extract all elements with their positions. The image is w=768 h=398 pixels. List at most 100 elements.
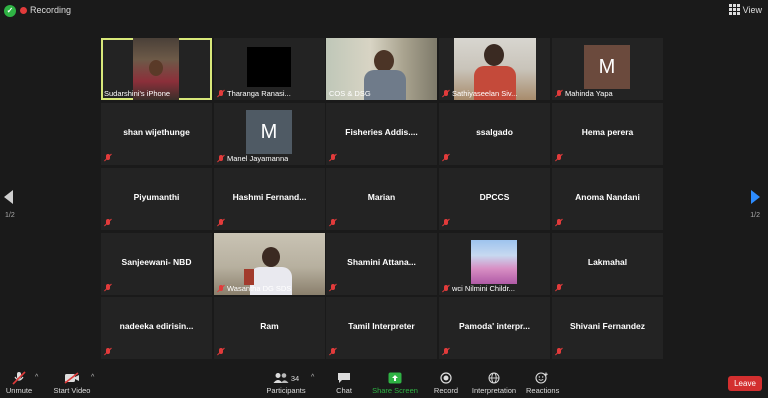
muted-mic-icon: [442, 348, 450, 356]
participant-video: [247, 47, 291, 87]
chat-label: Chat: [336, 386, 352, 395]
meeting-toolbar: Unmute ^ Start Video ^ 34 Participants ^…: [0, 368, 768, 398]
participant-tile[interactable]: nadeeka edirisin...: [101, 297, 212, 359]
leave-button[interactable]: Leave: [728, 376, 762, 391]
interpretation-label: Interpretation: [471, 386, 517, 395]
muted-mic-icon: [217, 89, 225, 98]
participant-tile[interactable]: ssalgado: [439, 103, 550, 165]
muted-mic-icon: [104, 154, 112, 162]
participant-tile[interactable]: Anoma Nandani: [552, 168, 663, 230]
participant-tile[interactable]: wci Nilmini Childr...: [439, 233, 550, 295]
participant-tile[interactable]: Pamoda' interpr...: [439, 297, 550, 359]
participant-name: Ram: [260, 321, 279, 331]
participant-name: Manel Jayamanna: [227, 154, 289, 163]
participant-name: Sathiyaseelan Siv...: [452, 89, 518, 98]
unmute-label: Unmute: [5, 386, 33, 395]
muted-mic-icon: [442, 89, 450, 98]
muted-mic-icon: [104, 348, 112, 356]
muted-mic-icon: [555, 154, 563, 162]
start-video-label: Start Video: [53, 386, 91, 395]
participant-name: shan wijethunge: [123, 127, 190, 137]
participant-name: Shivani Fernandez: [569, 321, 646, 331]
participant-tile[interactable]: shan wijethunge: [101, 103, 212, 165]
participant-name: Tharanga Ranasi...: [227, 89, 291, 98]
participant-name: wci Nilmini Childr...: [452, 284, 515, 293]
participant-name: Marian: [367, 192, 396, 202]
muted-mic-icon: [555, 89, 563, 98]
muted-mic-icon: [104, 284, 112, 292]
muted-mic-icon: [217, 154, 225, 163]
record-icon: [432, 370, 460, 386]
muted-mic-icon: [329, 219, 337, 227]
participant-tile[interactable]: Tamil Interpreter: [326, 297, 437, 359]
recording-icon: [20, 7, 27, 14]
grid-view-icon: [728, 4, 740, 15]
muted-mic-icon: [329, 348, 337, 356]
page-indicator-right: 1/2: [750, 212, 760, 219]
participants-button[interactable]: 34 Participants: [264, 370, 308, 395]
participant-name: Piyumanthi: [133, 192, 180, 202]
participant-tile[interactable]: Ram: [214, 297, 325, 359]
muted-mic-icon: [442, 284, 450, 293]
encryption-shield-icon[interactable]: ✓: [4, 5, 16, 17]
audio-options-caret-icon[interactable]: ^: [35, 374, 38, 381]
muted-mic-icon: [555, 284, 563, 292]
participant-tile[interactable]: Lakmahal: [552, 233, 663, 295]
participant-tile[interactable]: Sanjeewani- NBD: [101, 233, 212, 295]
interpretation-button[interactable]: Interpretation: [471, 370, 517, 395]
participant-tile[interactable]: M Mahinda Yapa: [552, 38, 663, 100]
participant-name: Tamil Interpreter: [348, 321, 415, 331]
share-screen-icon: [372, 370, 418, 386]
participants-label: Participants: [266, 386, 306, 395]
participant-tile[interactable]: Hashmi Fernand...: [214, 168, 325, 230]
participant-avatar: M: [246, 110, 292, 154]
chat-button[interactable]: Chat: [332, 370, 356, 395]
muted-mic-icon: [555, 219, 563, 227]
participant-name: Lakmahal: [587, 257, 628, 267]
participant-tile[interactable]: COS & DSG: [326, 38, 437, 100]
participant-tile[interactable]: Shamini Attana...: [326, 233, 437, 295]
participant-tile[interactable]: Piyumanthi: [101, 168, 212, 230]
video-options-caret-icon[interactable]: ^: [91, 374, 94, 381]
emoji-plus-icon: [526, 370, 558, 386]
muted-mic-icon: [555, 348, 563, 356]
participant-tile[interactable]: Sathiyaseelan Siv...: [439, 38, 550, 100]
participant-name: Fisheries Addis....: [345, 127, 418, 137]
participant-name: Sudarshini's iPhone: [104, 89, 171, 98]
muted-mic-icon: [329, 284, 337, 292]
muted-mic-icon: [442, 154, 450, 162]
page-indicator-left: 1/2: [5, 212, 15, 219]
previous-page-arrow-icon[interactable]: [4, 190, 13, 204]
view-button[interactable]: View: [728, 4, 762, 15]
participants-icon: [273, 373, 289, 383]
reactions-button[interactable]: Reactions: [526, 370, 559, 395]
participant-tile[interactable]: DPCCS: [439, 168, 550, 230]
participant-name: Mahinda Yapa: [565, 89, 613, 98]
next-page-arrow-icon[interactable]: [751, 190, 760, 204]
start-video-button[interactable]: Start Video: [52, 370, 92, 395]
video-off-icon: [52, 370, 92, 386]
muted-mic-icon: [217, 219, 225, 227]
participant-name: DPCCS: [479, 192, 510, 202]
share-screen-button[interactable]: Share Screen: [372, 370, 418, 395]
participant-tile[interactable]: Hema perera: [552, 103, 663, 165]
record-label: Record: [433, 386, 459, 395]
participant-tile[interactable]: Tharanga Ranasi...: [214, 38, 325, 100]
muted-mic-icon: [329, 154, 337, 162]
participants-options-caret-icon[interactable]: ^: [311, 374, 314, 381]
participant-tile[interactable]: M Manel Jayamanna: [214, 103, 325, 165]
recording-label: Recording: [30, 5, 72, 15]
share-screen-label: Share Screen: [372, 386, 418, 395]
top-bar: ✓ Recording View: [0, 0, 768, 22]
participant-tile[interactable]: Marian: [326, 168, 437, 230]
muted-mic-icon: [104, 219, 112, 227]
participant-tile[interactable]: Sudarshini's iPhone: [101, 38, 212, 100]
participant-tile[interactable]: Wasantha DG SDS: [214, 233, 325, 295]
participant-name: Pamoda' interpr...: [459, 321, 530, 331]
participant-picture: [471, 240, 517, 284]
record-button[interactable]: Record: [432, 370, 460, 395]
participant-name: Wasantha DG SDS: [227, 284, 292, 293]
participant-tile[interactable]: Fisheries Addis....: [326, 103, 437, 165]
participant-tile[interactable]: Shivani Fernandez: [552, 297, 663, 359]
unmute-button[interactable]: Unmute: [4, 370, 34, 395]
